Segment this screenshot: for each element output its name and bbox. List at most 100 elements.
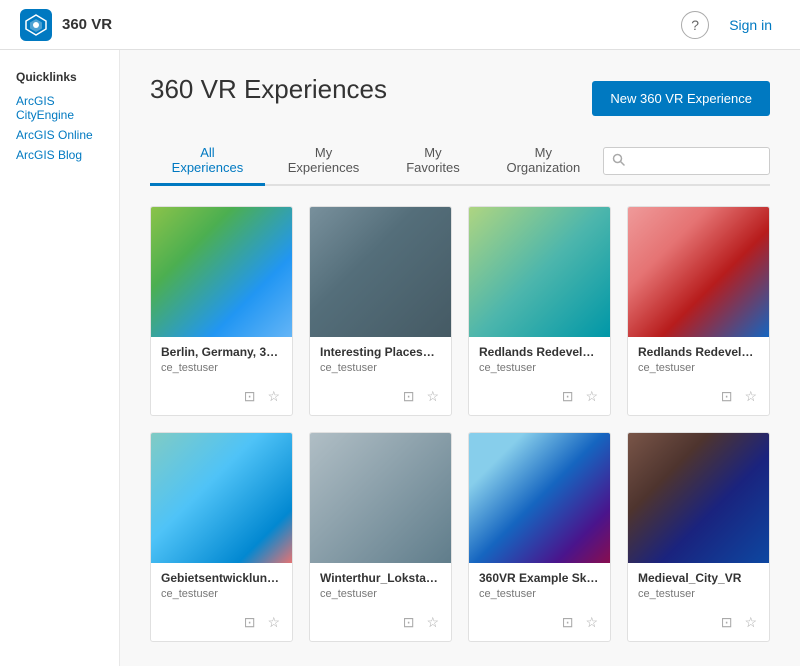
sidebar-link-cityengine[interactable]: ArcGIS CityEngine (16, 94, 103, 122)
card-scene-btn-0[interactable]: ⊡ (242, 386, 258, 407)
experience-card-3[interactable]: Redlands Redevelopment ce_testuser ⊡ ☆ (627, 206, 770, 416)
scene-icon-7: ⊡ (721, 614, 733, 630)
card-actions-4: ⊡ ☆ (151, 612, 292, 641)
title-row: 360 VR Experiences New 360 VR Experience (150, 74, 770, 123)
card-title-4: Gebietsentwicklung_Man... (161, 571, 282, 585)
card-body-3: Redlands Redevelopment ce_testuser (628, 337, 769, 386)
card-thumbnail-5 (310, 433, 451, 563)
card-body-2: Redlands Redevelopment ... ce_testuser (469, 337, 610, 386)
card-scene-btn-7[interactable]: ⊡ (719, 612, 735, 633)
card-favorite-btn-5[interactable]: ☆ (424, 612, 441, 633)
tab-my-organization[interactable]: My Organization (484, 137, 603, 186)
card-actions-3: ⊡ ☆ (628, 386, 769, 415)
card-scene-btn-3[interactable]: ⊡ (719, 386, 735, 407)
star-icon-3: ☆ (744, 388, 757, 404)
search-icon (612, 153, 625, 169)
card-actions-6: ⊡ ☆ (469, 612, 610, 641)
card-body-1: Interesting Places_360VR.js ce_testuser (310, 337, 451, 386)
tabs-row: All Experiences My Experiences My Favori… (150, 137, 770, 186)
app-title: 360 VR (62, 16, 112, 33)
experience-card-4[interactable]: Gebietsentwicklung_Man... ce_testuser ⊡ … (150, 432, 293, 642)
app-header: 360 VR ? Sign in (0, 0, 800, 50)
scene-icon-6: ⊡ (562, 614, 574, 630)
page-title: 360 VR Experiences (150, 74, 387, 105)
card-favorite-btn-0[interactable]: ☆ (265, 386, 282, 407)
card-user-6: ce_testuser (479, 588, 600, 600)
scene-icon-3: ⊡ (721, 388, 733, 404)
card-thumbnail-1 (310, 207, 451, 337)
card-title-3: Redlands Redevelopment (638, 345, 759, 359)
card-thumbnail-2 (469, 207, 610, 337)
tabs: All Experiences My Experiences My Favori… (150, 137, 603, 184)
card-favorite-btn-7[interactable]: ☆ (742, 612, 759, 633)
scene-icon-1: ⊡ (403, 388, 415, 404)
header-right: ? Sign in (681, 11, 780, 39)
star-icon-2: ☆ (585, 388, 598, 404)
card-title-6: 360VR Example Skybridge... (479, 571, 600, 585)
card-actions-2: ⊡ ☆ (469, 386, 610, 415)
tab-my-experiences[interactable]: My Experiences (265, 137, 382, 186)
card-favorite-btn-6[interactable]: ☆ (583, 612, 600, 633)
card-user-5: ce_testuser (320, 588, 441, 600)
star-icon-0: ☆ (267, 388, 280, 404)
main-content: 360 VR Experiences New 360 VR Experience… (120, 50, 800, 666)
tab-my-favorites[interactable]: My Favorites (382, 137, 483, 186)
experience-card-7[interactable]: Medieval_City_VR ce_testuser ⊡ ☆ (627, 432, 770, 642)
card-title-7: Medieval_City_VR (638, 571, 759, 585)
card-body-4: Gebietsentwicklung_Man... ce_testuser (151, 563, 292, 612)
tab-all-experiences[interactable]: All Experiences (150, 137, 265, 186)
card-user-7: ce_testuser (638, 588, 759, 600)
card-user-3: ce_testuser (638, 362, 759, 374)
card-thumbnail-3 (628, 207, 769, 337)
card-favorite-btn-4[interactable]: ☆ (265, 612, 282, 633)
card-scene-btn-6[interactable]: ⊡ (560, 612, 576, 633)
star-icon-7: ☆ (744, 614, 757, 630)
card-thumbnail-6 (469, 433, 610, 563)
card-actions-1: ⊡ ☆ (310, 386, 451, 415)
help-icon: ? (691, 17, 699, 33)
experience-card-2[interactable]: Redlands Redevelopment ... ce_testuser ⊡… (468, 206, 611, 416)
card-title-2: Redlands Redevelopment ... (479, 345, 600, 359)
sidebar-link-blog[interactable]: ArcGIS Blog (16, 148, 103, 162)
sidebar-link-online[interactable]: ArcGIS Online (16, 128, 103, 142)
card-actions-0: ⊡ ☆ (151, 386, 292, 415)
experience-card-5[interactable]: Winterthur_Lokstadt_v1 c... ce_testuser … (309, 432, 452, 642)
experience-card-1[interactable]: Interesting Places_360VR.js ce_testuser … (309, 206, 452, 416)
card-user-2: ce_testuser (479, 362, 600, 374)
app-logo (20, 9, 52, 41)
experience-card-0[interactable]: Berlin, Germany, 360 VR E... ce_testuser… (150, 206, 293, 416)
card-body-7: Medieval_City_VR ce_testuser (628, 563, 769, 612)
card-body-0: Berlin, Germany, 360 VR E... ce_testuser (151, 337, 292, 386)
experience-card-6[interactable]: 360VR Example Skybridge... ce_testuser ⊡… (468, 432, 611, 642)
sidebar: Quicklinks ArcGIS CityEngine ArcGIS Onli… (0, 50, 120, 666)
card-scene-btn-5[interactable]: ⊡ (401, 612, 417, 633)
scene-icon-0: ⊡ (244, 388, 256, 404)
card-user-4: ce_testuser (161, 588, 282, 600)
card-scene-btn-2[interactable]: ⊡ (560, 386, 576, 407)
new-experience-button[interactable]: New 360 VR Experience (592, 81, 770, 116)
star-icon-5: ☆ (426, 614, 439, 630)
experiences-grid: Berlin, Germany, 360 VR E... ce_testuser… (150, 206, 770, 642)
card-favorite-btn-3[interactable]: ☆ (742, 386, 759, 407)
sidebar-quicklinks-title: Quicklinks (16, 70, 103, 84)
card-actions-7: ⊡ ☆ (628, 612, 769, 641)
help-button[interactable]: ? (681, 11, 709, 39)
star-icon-6: ☆ (585, 614, 598, 630)
search-input[interactable] (631, 153, 761, 168)
card-body-6: 360VR Example Skybridge... ce_testuser (469, 563, 610, 612)
signin-button[interactable]: Sign in (721, 13, 780, 37)
card-actions-5: ⊡ ☆ (310, 612, 451, 641)
card-favorite-btn-2[interactable]: ☆ (583, 386, 600, 407)
card-scene-btn-1[interactable]: ⊡ (401, 386, 417, 407)
card-title-5: Winterthur_Lokstadt_v1 c... (320, 571, 441, 585)
card-user-0: ce_testuser (161, 362, 282, 374)
scene-icon-4: ⊡ (244, 614, 256, 630)
card-user-1: ce_testuser (320, 362, 441, 374)
scene-icon-5: ⊡ (403, 614, 415, 630)
card-title-1: Interesting Places_360VR.js (320, 345, 441, 359)
card-favorite-btn-1[interactable]: ☆ (424, 386, 441, 407)
card-thumbnail-7 (628, 433, 769, 563)
star-icon-4: ☆ (267, 614, 280, 630)
main-layout: Quicklinks ArcGIS CityEngine ArcGIS Onli… (0, 50, 800, 666)
card-scene-btn-4[interactable]: ⊡ (242, 612, 258, 633)
